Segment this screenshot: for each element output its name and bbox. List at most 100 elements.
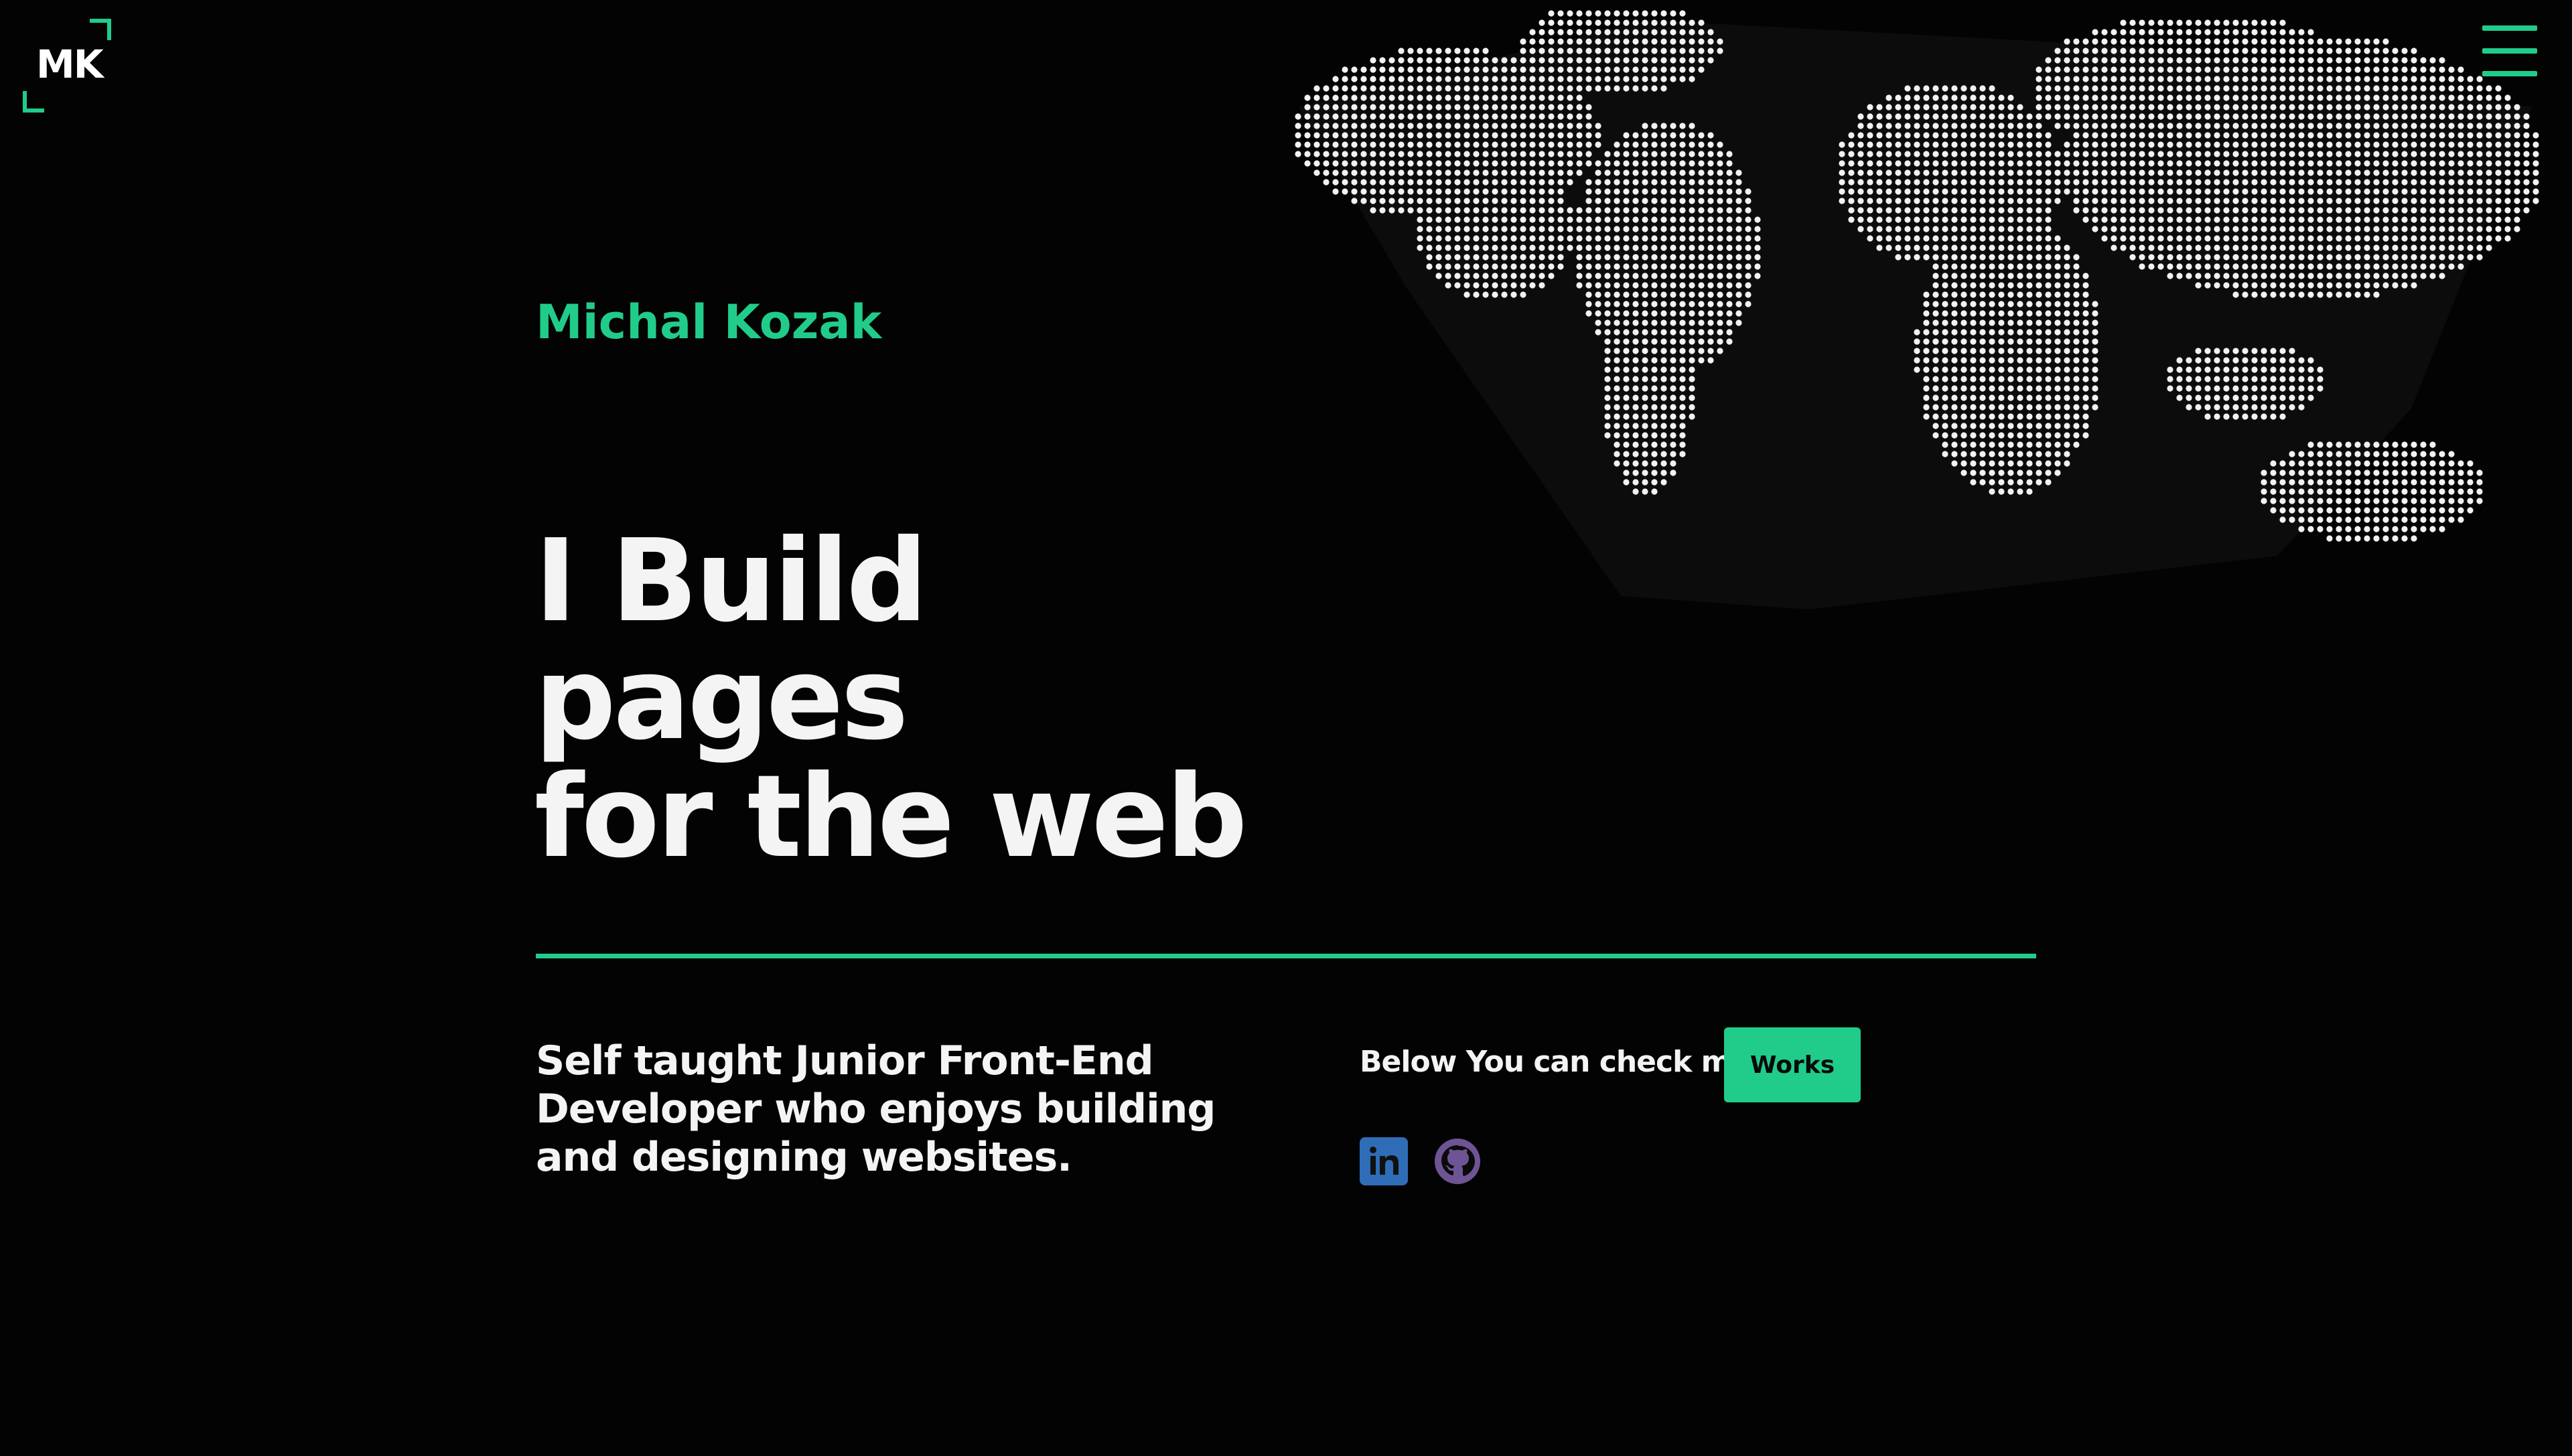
dotted-world-map xyxy=(1295,10,2539,609)
map-dot xyxy=(2467,469,2474,476)
map-dot xyxy=(1548,226,1555,232)
map-dot xyxy=(1323,104,1330,111)
map-dot xyxy=(2251,385,2258,392)
map-dot xyxy=(1951,160,1958,167)
map-dot xyxy=(1585,76,1592,82)
map-dot xyxy=(1454,48,1461,54)
map-dot xyxy=(2007,423,2014,429)
map-dot xyxy=(1660,394,1667,401)
map-dot xyxy=(1642,254,1648,261)
map-dot xyxy=(1313,113,1320,120)
map-dot xyxy=(2457,188,2464,195)
map-dot xyxy=(2073,273,2080,279)
map-dot xyxy=(2195,113,2202,120)
map-dot xyxy=(1670,282,1676,289)
map-dot xyxy=(1735,235,1742,242)
map-dot xyxy=(1857,141,1864,148)
map-dot xyxy=(2195,48,2202,54)
map-dot xyxy=(1642,66,1648,73)
map-dot xyxy=(1754,254,1761,261)
map-dot xyxy=(2026,207,2033,214)
map-dot xyxy=(1585,151,1592,157)
map-dot xyxy=(1520,160,1526,167)
map-dot xyxy=(2148,123,2155,129)
map-dot xyxy=(2017,207,2023,214)
github-icon[interactable] xyxy=(1433,1137,1482,1185)
map-dot xyxy=(1445,66,1451,73)
map-dot xyxy=(2289,460,2295,467)
map-dot xyxy=(1435,198,1442,204)
map-dot xyxy=(2223,151,2230,157)
linkedin-icon[interactable] xyxy=(1360,1137,1408,1185)
map-dot xyxy=(1454,254,1461,261)
map-dot xyxy=(1651,57,1658,64)
map-dot xyxy=(1614,441,1620,448)
map-dot xyxy=(2307,76,2314,82)
map-dot xyxy=(1492,66,1498,73)
map-dot xyxy=(2054,48,2061,54)
map-dot xyxy=(2092,394,2098,401)
map-dot xyxy=(1717,141,1723,148)
map-dot xyxy=(1473,291,1480,298)
works-button[interactable]: Works xyxy=(1724,1027,1861,1102)
map-dot xyxy=(1923,376,1930,382)
map-dot xyxy=(2054,357,2061,364)
map-dot xyxy=(1679,348,1686,354)
map-dot xyxy=(1360,132,1367,139)
map-dot xyxy=(1576,132,1583,139)
map-dot xyxy=(1707,235,1714,242)
map-dot xyxy=(2064,329,2070,336)
map-dot xyxy=(1445,282,1451,289)
map-dot xyxy=(1567,104,1573,111)
map-dot xyxy=(2382,38,2389,45)
map-dot xyxy=(1642,432,1648,439)
map-dot xyxy=(2111,29,2117,35)
map-dot xyxy=(1670,254,1676,261)
map-dot xyxy=(1510,226,1517,232)
map-dot xyxy=(2223,113,2230,120)
logo[interactable]: MK xyxy=(20,19,114,113)
map-dot xyxy=(2420,57,2427,64)
map-dot xyxy=(2354,291,2361,298)
map-dot xyxy=(2026,151,2033,157)
map-dot xyxy=(1520,263,1526,270)
map-dot xyxy=(1989,254,1995,261)
map-dot xyxy=(1660,235,1667,242)
map-dot xyxy=(2017,282,2023,289)
map-dot xyxy=(1632,310,1639,317)
map-dot xyxy=(1848,188,1855,195)
map-dot xyxy=(1989,151,1995,157)
map-dot xyxy=(2035,394,2042,401)
map-dot xyxy=(1932,207,1939,214)
map-dot xyxy=(1454,263,1461,270)
map-dot xyxy=(1960,263,1967,270)
map-dot xyxy=(1342,160,1348,167)
map-dot xyxy=(1660,404,1667,411)
map-dot xyxy=(1567,38,1573,45)
map-dot xyxy=(2167,385,2173,392)
map-dot xyxy=(2326,198,2333,204)
map-dot xyxy=(1454,132,1461,139)
map-dot xyxy=(2251,104,2258,111)
map-dot xyxy=(2242,291,2248,298)
map-dot xyxy=(2532,169,2539,176)
map-dot xyxy=(2289,507,2295,514)
map-dot xyxy=(1745,188,1752,195)
map-dot xyxy=(2364,151,2370,157)
map-dot xyxy=(2111,66,2117,73)
map-dot xyxy=(1735,273,1742,279)
map-dot xyxy=(1979,404,1986,411)
map-dot xyxy=(1989,469,1995,476)
map-dot xyxy=(2354,207,2361,214)
map-dot xyxy=(2195,29,2202,35)
map-dot xyxy=(1989,132,1995,139)
map-dot xyxy=(1529,48,1536,54)
map-dot xyxy=(2457,66,2464,73)
map-dot xyxy=(1342,113,1348,120)
map-dot xyxy=(2298,48,2305,54)
map-dot xyxy=(1614,357,1620,364)
map-dot xyxy=(2448,123,2455,129)
map-dot xyxy=(2120,123,2127,129)
map-dot xyxy=(1351,76,1358,82)
map-dot xyxy=(2054,66,2061,73)
